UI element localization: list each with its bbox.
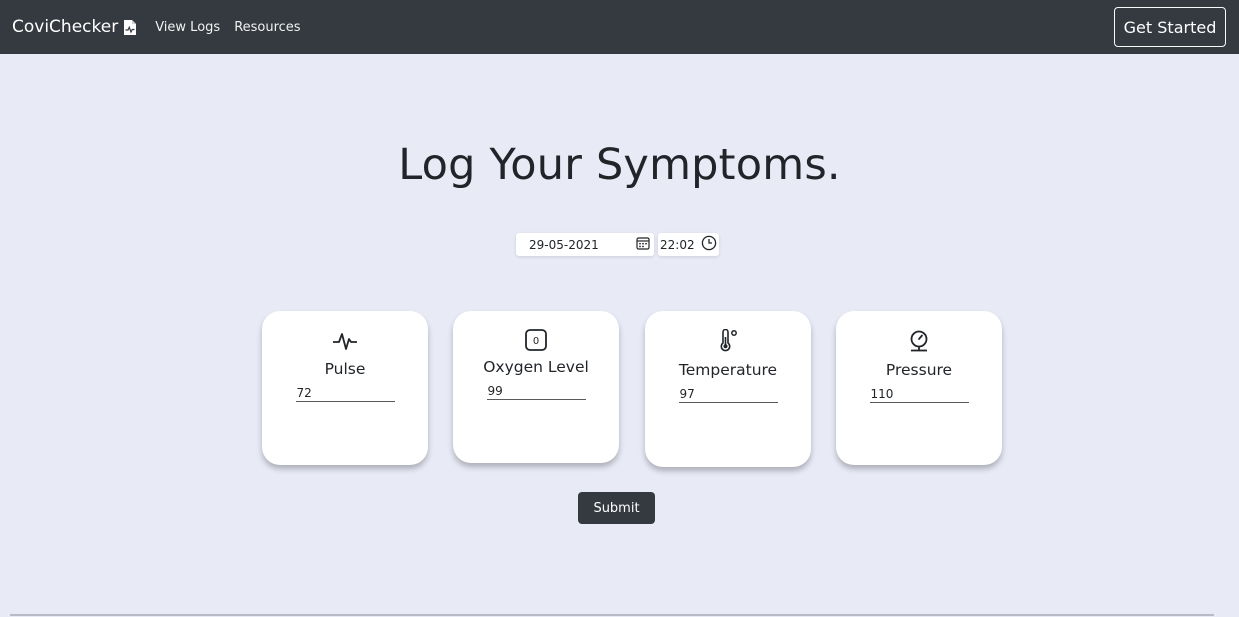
date-input[interactable]: 29-05-2021 — [516, 233, 654, 256]
oxygen-input[interactable] — [486, 383, 586, 400]
oxygen-icon: 0 — [524, 328, 548, 352]
calendar-icon[interactable] — [636, 236, 650, 253]
pulse-input[interactable] — [295, 385, 395, 402]
footer-divider — [10, 614, 1214, 616]
temperature-input[interactable] — [678, 386, 778, 403]
nav-view-logs[interactable]: View Logs — [155, 20, 220, 35]
datetime-row: 29-05-2021 22:02 — [516, 233, 719, 256]
svg-text:0: 0 — [533, 336, 539, 347]
nav-resources[interactable]: Resources — [234, 20, 300, 35]
date-value: 29-05-2021 — [529, 237, 599, 252]
brand-name: CoviChecker — [12, 17, 119, 37]
time-value: 22:02 — [660, 237, 695, 252]
pressure-label: Pressure — [885, 361, 953, 379]
get-started-button[interactable]: Get Started — [1114, 7, 1226, 47]
submit-button[interactable]: Submit — [578, 492, 655, 524]
oxygen-card: 0 Oxygen Level — [453, 311, 619, 463]
temperature-label: Temperature — [678, 361, 778, 379]
pulse-card: Pulse — [262, 311, 428, 465]
pulse-label: Pulse — [324, 360, 366, 378]
file-medical-icon — [123, 19, 137, 36]
page-title: Log Your Symptoms. — [398, 140, 841, 190]
time-input[interactable]: 22:02 — [658, 233, 719, 256]
pulse-icon — [332, 330, 358, 352]
clock-icon[interactable] — [701, 235, 717, 254]
oxygen-label: Oxygen Level — [483, 358, 589, 376]
pressure-gauge-icon — [907, 329, 931, 353]
navbar: CoviChecker View Logs Resources Get Star… — [0, 0, 1239, 54]
pressure-input[interactable] — [869, 386, 969, 403]
thermometer-icon — [717, 329, 739, 353]
brand-link[interactable]: CoviChecker — [12, 17, 137, 37]
pressure-card: Pressure — [836, 311, 1002, 465]
temperature-card: Temperature — [645, 311, 811, 467]
